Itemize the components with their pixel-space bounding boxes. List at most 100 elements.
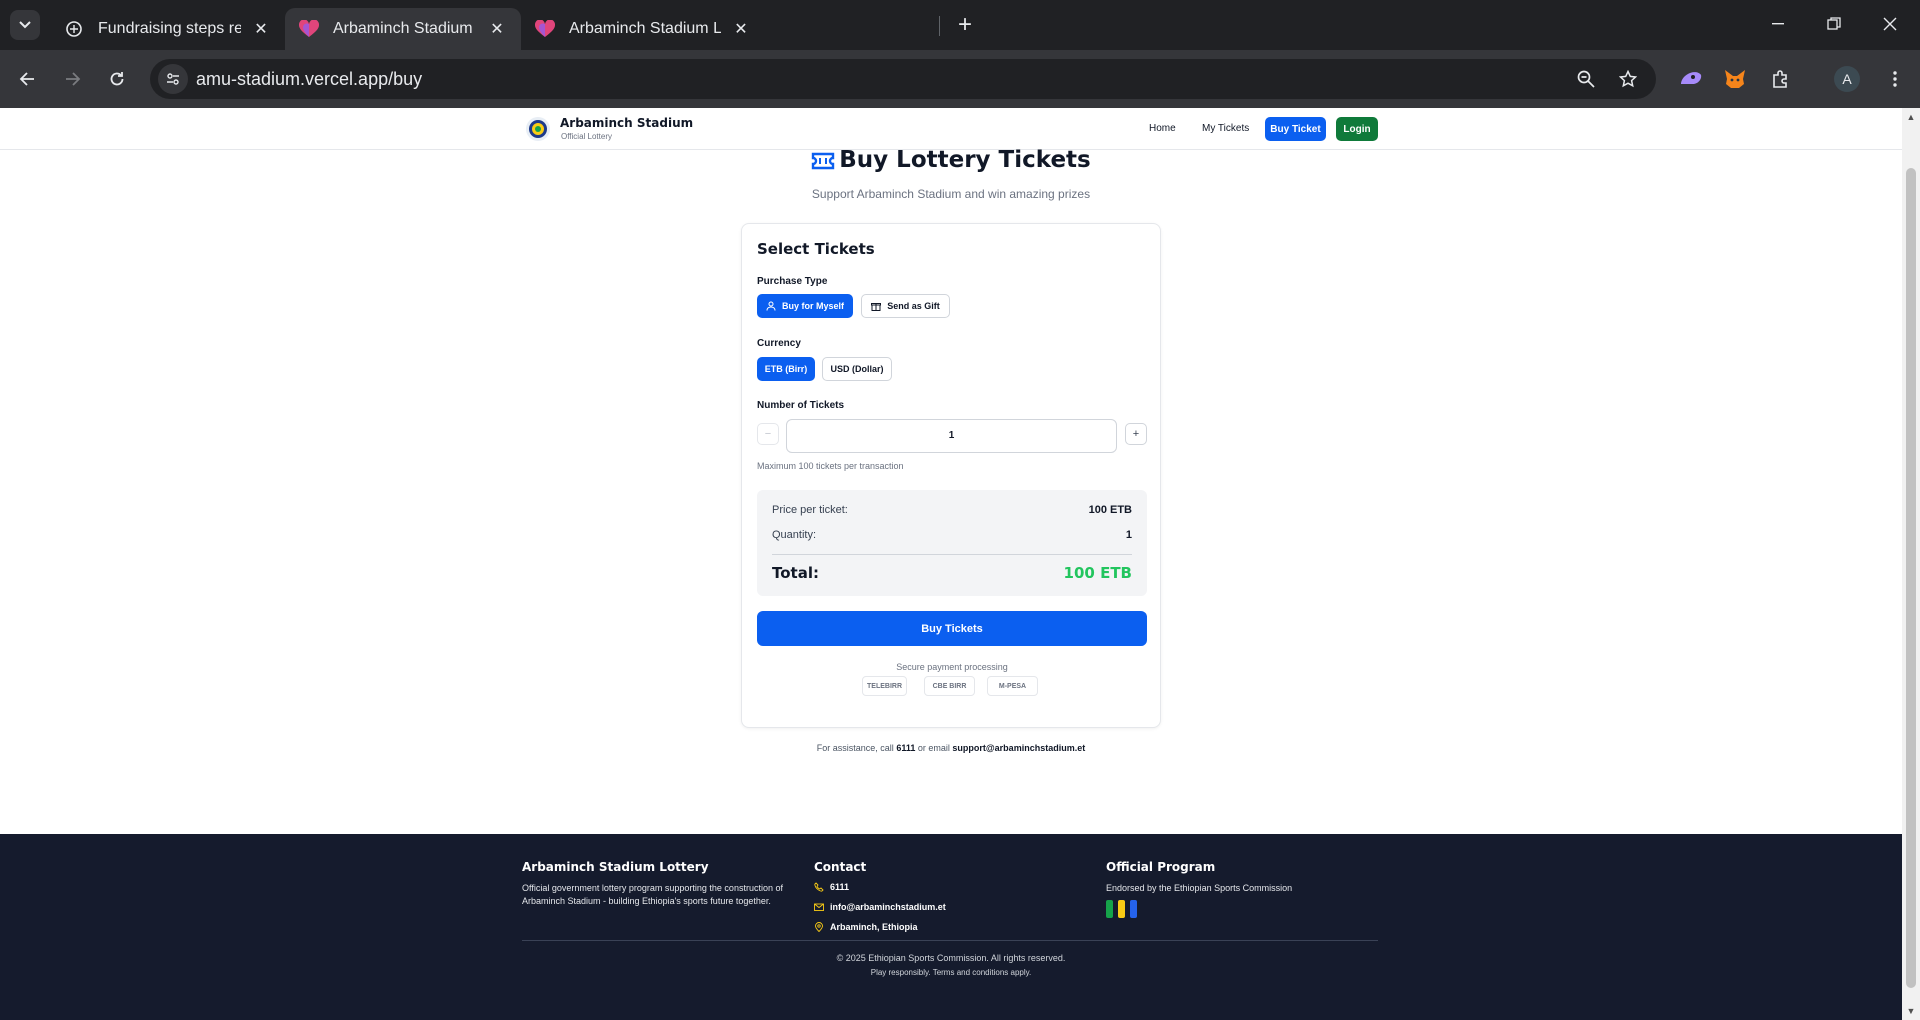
restore-icon <box>1827 17 1841 30</box>
bookmark-star-icon[interactable] <box>1616 67 1640 91</box>
assistance-text: For assistance, call 6111 or email suppo… <box>0 743 1902 753</box>
back-button[interactable] <box>10 62 44 96</box>
metamask-fox-icon[interactable] <box>1720 64 1750 94</box>
increment-button[interactable]: + <box>1125 423 1147 445</box>
address-bar[interactable]: amu-stadium.vercel.app/buy <box>150 59 1656 99</box>
tab-stadium-lottery-active[interactable]: Arbaminch Stadium Lottery | Su ✕ <box>285 8 521 50</box>
stadium-logo[interactable] <box>526 117 550 141</box>
scrollbar-thumb[interactable] <box>1906 168 1916 988</box>
payment-method-mpesa: M-PESA <box>987 676 1038 696</box>
arrow-right-icon <box>66 72 81 86</box>
footer-contact-title: Contact <box>814 860 867 874</box>
tab-stadium-lottery[interactable]: Arbaminch Stadium Lottery | Su ✕ <box>521 8 765 50</box>
tab-divider <box>939 16 940 36</box>
send-as-gift-option[interactable]: Send as Gift <box>861 294 950 318</box>
decrement-button[interactable]: − <box>757 423 779 445</box>
browser-tab-bar: Fundraising steps review ✕ Arbaminch Sta… <box>0 0 1920 50</box>
close-icon[interactable]: ✕ <box>487 19 507 39</box>
secure-payment-text: Secure payment processing <box>896 662 1008 672</box>
payment-method-telebirr: TELEBIRR <box>862 676 907 696</box>
order-summary: Price per ticket: 100 ETB Quantity: 1 To… <box>757 490 1147 596</box>
tab-fundraising[interactable]: Fundraising steps review ✕ <box>50 8 285 50</box>
footer-email-text: info@arbaminchstadium.et <box>830 902 946 912</box>
restore-button[interactable] <box>1806 0 1862 48</box>
mail-icon <box>814 903 824 911</box>
page-title-text: Buy Lottery Tickets <box>839 147 1091 173</box>
ticket-icon <box>812 152 835 170</box>
browser-menu-icon[interactable] <box>1880 64 1910 94</box>
assist-middle: or email <box>917 743 950 753</box>
chevron-down-icon <box>19 21 31 29</box>
card-title: Select Tickets <box>757 240 875 258</box>
new-tab-button[interactable]: + <box>950 10 980 40</box>
quantity-value: 1 <box>1125 529 1132 541</box>
assist-email[interactable]: support@arbaminchstadium.et <box>952 743 1085 753</box>
site-info-icon[interactable] <box>158 64 188 94</box>
nav-my-tickets[interactable]: My Tickets <box>1202 123 1249 134</box>
quantity-label: Quantity: <box>772 529 817 541</box>
tab-title: Fundraising steps review <box>98 20 241 37</box>
currency-etb-option[interactable]: ETB (Birr) <box>757 357 815 381</box>
zoom-icon[interactable] <box>1574 67 1598 91</box>
ticket-selection-card: Select Tickets Purchase Type Buy for Mys… <box>741 223 1161 728</box>
footer-phone[interactable]: 6111 <box>814 882 849 892</box>
option-label: ETB (Birr) <box>764 364 808 374</box>
gift-icon <box>871 303 882 311</box>
phone-icon <box>814 882 824 892</box>
extensions-puzzle-icon[interactable] <box>1766 64 1796 94</box>
max-tickets-hint: Maximum 100 tickets per transaction <box>757 461 904 471</box>
close-icon <box>1883 17 1897 31</box>
flag-green-bar <box>1106 900 1113 918</box>
buy-for-myself-option[interactable]: Buy for Myself <box>757 294 853 318</box>
footer-email[interactable]: info@arbaminchstadium.et <box>814 902 946 912</box>
profile-avatar[interactable]: A <box>1834 66 1860 92</box>
arrow-left-icon <box>19 72 34 86</box>
footer-program-title: Official Program <box>1106 860 1216 874</box>
location-pin-icon <box>815 922 823 932</box>
total-value: 100 ETB <box>1063 564 1132 582</box>
page-subtitle: Support Arbaminch Stadium and win amazin… <box>811 187 1091 201</box>
extension-icon[interactable] <box>1676 64 1706 94</box>
option-label: Buy for Myself <box>781 301 844 311</box>
page-viewport: Arbaminch Stadium Official Lottery Home … <box>0 108 1902 1020</box>
minimize-button[interactable] <box>1750 0 1806 48</box>
brand-name[interactable]: Arbaminch Stadium <box>560 116 693 130</box>
assist-prefix: For assistance, call <box>816 743 894 753</box>
footer-program-text: Endorsed by the Ethiopian Sports Commiss… <box>1106 883 1293 893</box>
ticket-count-label: Number of Tickets <box>757 400 845 411</box>
scroll-up-arrow-icon[interactable]: ▲ <box>1906 112 1916 122</box>
footer-about-text: Official government lottery program supp… <box>522 883 783 906</box>
close-window-button[interactable] <box>1862 0 1918 48</box>
nav-home[interactable]: Home <box>1149 123 1176 134</box>
currency-label: Currency <box>757 338 801 349</box>
site-header: Arbaminch Stadium Official Lottery Home … <box>0 108 1902 150</box>
buy-tickets-button[interactable]: Buy Tickets <box>757 611 1147 646</box>
close-icon[interactable]: ✕ <box>731 19 751 39</box>
tab-search-button[interactable] <box>10 10 40 40</box>
footer-copyright: © 2025 Ethiopian Sports Commission. All … <box>836 953 1066 963</box>
footer-disclaimer: Play responsibly. Terms and conditions a… <box>870 968 1032 977</box>
heart-icon <box>535 19 555 39</box>
ticket-quantity-input[interactable]: 1 <box>786 419 1117 453</box>
reload-button[interactable] <box>100 62 134 96</box>
option-label: USD (Dollar) <box>830 364 884 374</box>
scroll-down-arrow-icon[interactable]: ▼ <box>1906 1006 1916 1016</box>
footer-phone-text: 6111 <box>830 882 850 892</box>
site-footer: Arbaminch Stadium Lottery Official gover… <box>0 834 1902 1020</box>
forward-button[interactable] <box>56 62 90 96</box>
minimize-icon <box>1772 23 1784 25</box>
tab-title: Arbaminch Stadium Lottery | Su <box>569 20 721 37</box>
nav-buy-ticket[interactable]: Buy Ticket <box>1265 117 1326 141</box>
reload-icon <box>110 72 124 86</box>
flag-yellow-bar <box>1118 900 1125 918</box>
nav-login[interactable]: Login <box>1336 117 1378 141</box>
url-text: amu-stadium.vercel.app/buy <box>196 69 423 89</box>
footer-about-title: Arbaminch Stadium Lottery <box>522 860 709 874</box>
currency-usd-option[interactable]: USD (Dollar) <box>822 357 892 381</box>
user-icon <box>766 301 776 311</box>
page-scrollbar[interactable]: ▲ ▼ <box>1902 108 1920 1020</box>
heart-icon <box>299 19 319 39</box>
payment-method-cbe-birr: CBE BIRR <box>924 676 975 696</box>
close-icon[interactable]: ✕ <box>251 19 271 39</box>
flag-blue-bar <box>1130 900 1137 918</box>
